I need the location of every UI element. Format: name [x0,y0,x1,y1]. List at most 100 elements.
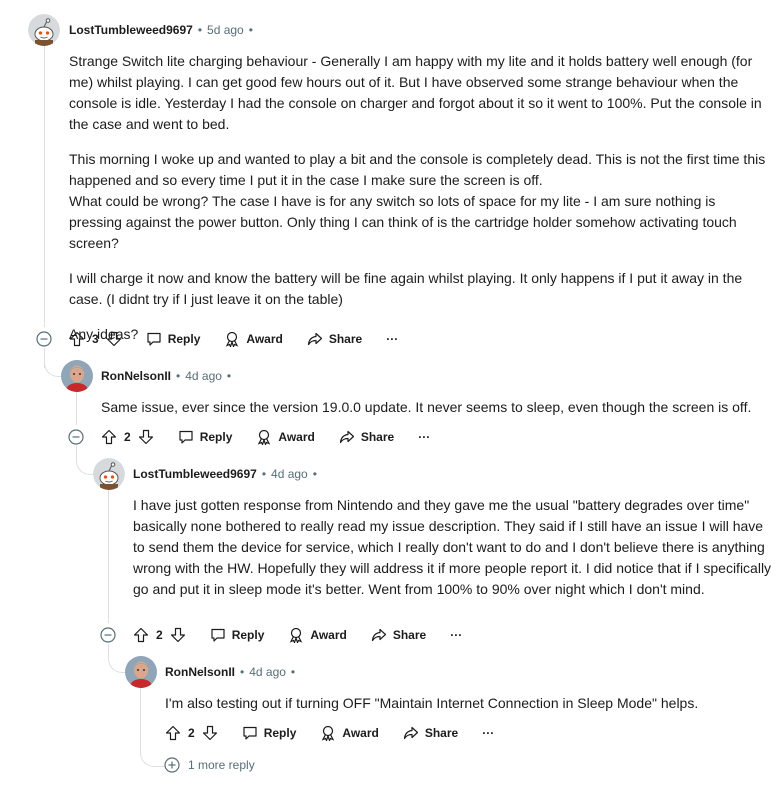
share-label: Share [360,430,395,444]
collapse-thread-icon[interactable] [68,429,84,445]
vote-group: 2 [165,725,218,741]
share-label: Share [392,628,427,642]
share-icon [307,332,322,346]
downvote-icon[interactable] [170,627,186,643]
separator-dot: • [248,23,253,37]
more-options-icon: ··· [418,430,431,444]
separator-dot: • [240,665,245,679]
comment-actions: 2 Reply Award Share ··· [165,719,518,747]
author-name[interactable]: RonNelsonII [165,665,235,679]
vote-count: 2 [156,628,163,642]
reply-icon [211,628,225,642]
comment-meta: RonNelsonII • 4d ago • [101,366,236,386]
upvote-icon[interactable] [133,627,149,643]
author-name[interactable]: LostTumbleweed9697 [69,23,193,37]
reply-icon [179,430,193,444]
thread-curve [108,644,125,673]
more-options-button[interactable]: ··· [450,628,462,642]
reply-icon [147,332,161,346]
thread-line [108,490,109,623]
timestamp[interactable]: 4d ago [185,369,222,383]
comment-body: I have just gotten response from Nintend… [133,495,775,600]
award-label: Award [278,430,315,444]
avatar[interactable] [61,360,93,392]
thread-line [76,392,77,425]
share-icon [371,628,386,642]
award-button[interactable]: Award [288,627,347,643]
snoo-avatar-icon [28,14,60,46]
vote-group: 3 [69,331,122,347]
comment-paragraph: I'm also testing out if turning OFF "Mai… [165,695,699,711]
reply-button[interactable]: Reply [178,429,232,445]
downvote-icon[interactable] [202,725,218,741]
author-name[interactable]: LostTumbleweed9697 [133,467,257,481]
vote-count: 2 [124,430,131,444]
share-button[interactable]: Share [371,627,426,643]
award-label: Award [310,628,347,642]
avatar[interactable] [93,458,125,490]
thread-line [140,688,141,742]
avatar[interactable] [28,14,60,46]
timestamp[interactable]: 4d ago [249,665,286,679]
vote-group: 2 [133,627,186,643]
user-photo-icon [125,656,157,688]
vote-group: 2 [101,429,154,445]
comment-meta: RonNelsonII • 4d ago • [165,662,300,682]
share-label: Share [328,332,363,346]
vote-count: 2 [188,726,195,740]
comment-actions: 2 Reply Award Share ··· [101,423,454,451]
comment-paragraph: This morning I woke up and wanted to pla… [69,151,766,251]
snoo-avatar-icon [93,458,125,490]
comment-meta: LostTumbleweed9697 • 4d ago • [133,464,322,484]
comment-paragraph: Strange Switch lite charging behaviour -… [69,53,762,132]
more-options-icon: ··· [482,726,495,740]
comment-actions: 2 Reply Award Share ··· [133,621,486,649]
upvote-icon[interactable] [101,429,117,445]
comment-paragraph: I will charge it now and know the batter… [69,270,743,307]
upvote-icon[interactable] [69,331,85,347]
award-button[interactable]: Award [256,429,315,445]
collapse-thread-icon[interactable] [36,331,52,347]
reply-label: Reply [231,628,265,642]
share-button[interactable]: Share [339,429,394,445]
more-options-button[interactable]: ··· [418,430,430,444]
avatar[interactable] [125,656,157,688]
more-replies-link[interactable]: 1 more reply [164,757,255,773]
reply-label: Reply [263,726,297,740]
timestamp[interactable]: 4d ago [271,467,308,481]
separator-dot: • [261,467,267,481]
upvote-icon[interactable] [165,725,181,741]
reply-button[interactable]: Reply [146,331,200,347]
share-button[interactable]: Share [403,725,458,741]
more-options-button[interactable]: ··· [386,332,398,346]
separator-dot: • [176,369,181,383]
award-label: Award [342,726,379,740]
comment-meta: LostTumbleweed9697 • 5d ago • [69,20,258,40]
separator-dot: • [197,23,203,37]
more-options-icon: ··· [386,332,399,346]
collapse-thread-icon[interactable] [100,627,116,643]
user-photo-icon [61,360,93,392]
comment-actions: 3 Reply Award Share ··· [69,325,422,353]
expand-plus-icon [164,757,180,773]
award-button[interactable]: Award [224,331,283,347]
share-icon [339,430,354,444]
share-button[interactable]: Share [307,331,362,347]
thread-curve [44,348,61,377]
vote-count: 3 [92,332,99,346]
author-name[interactable]: RonNelsonII [101,369,171,383]
reply-button[interactable]: Reply [242,725,297,741]
comment-body: Same issue, ever since the version 19.0.… [101,397,771,418]
thread-curve [140,742,165,767]
award-icon [290,627,303,643]
award-button[interactable]: Award [320,725,379,741]
downvote-icon[interactable] [138,429,154,445]
timestamp[interactable]: 5d ago [207,23,244,37]
comment-paragraph: I have just gotten response from Nintend… [133,497,772,597]
more-options-button[interactable]: ··· [482,726,494,740]
separator-dot: • [312,467,317,481]
comment-body: I'm also testing out if turning OFF "Mai… [165,693,770,714]
more-options-icon: ··· [450,628,463,642]
reply-button[interactable]: Reply [210,627,265,643]
downvote-icon[interactable] [106,331,122,347]
